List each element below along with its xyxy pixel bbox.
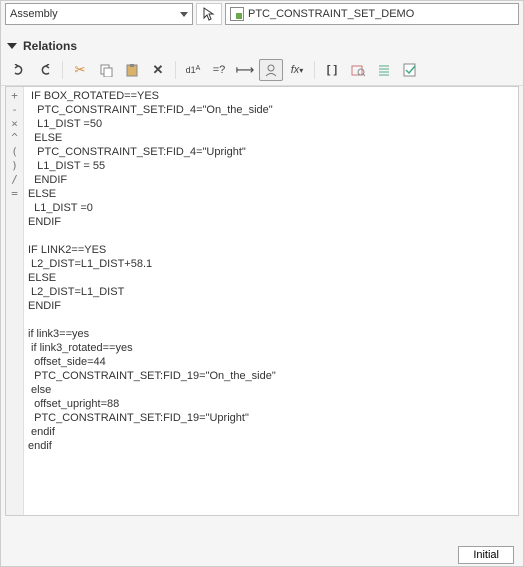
sort-icon: d1A: [186, 65, 201, 75]
delete-button[interactable]: ✕: [146, 59, 170, 81]
assembly-file-icon: [230, 7, 244, 21]
paste-button[interactable]: [120, 59, 144, 81]
lookin-file-field[interactable]: PTC_CONSTRAINT_SET_DEMO: [225, 3, 519, 25]
bottom-buttons: Initial: [458, 546, 514, 564]
user-button[interactable]: [259, 59, 283, 81]
sort-button[interactable]: d1A: [181, 59, 205, 81]
code-area[interactable]: IF BOX_ROTATED==YES PTC_CONSTRAINT_SET:F…: [24, 87, 518, 515]
gutter-symbol[interactable]: ( ): [6, 145, 23, 173]
lookin-bar: Assembly PTC_CONSTRAINT_SET_DEMO: [1, 1, 523, 31]
gutter-symbol[interactable]: /: [6, 173, 23, 187]
undo-button[interactable]: [7, 59, 31, 81]
measure-button[interactable]: ⟼: [233, 59, 257, 81]
eval-icon: =?: [213, 64, 226, 76]
brackets-button[interactable]: [ ]: [320, 59, 344, 81]
fx-button[interactable]: fx▾: [285, 59, 309, 81]
brackets-icon: [ ]: [327, 64, 337, 76]
toolbar-separator: [62, 61, 63, 79]
relations-toolbar: ✂ ✕ d1A =? ⟼ fx▾ [ ]: [1, 57, 523, 86]
list-button[interactable]: [372, 59, 396, 81]
editor-gutter: +-×^( )/=: [6, 87, 24, 515]
relations-title: Relations: [23, 39, 77, 53]
gutter-symbol[interactable]: ^: [6, 131, 23, 145]
toolbar-separator: [175, 61, 176, 79]
cut-icon: ✂: [75, 62, 86, 78]
lookin-dropdown[interactable]: Assembly: [5, 3, 193, 25]
find-button[interactable]: [346, 59, 370, 81]
relations-section-header[interactable]: Relations: [1, 31, 523, 57]
measure-icon: ⟼: [236, 62, 255, 78]
eval-button[interactable]: =?: [207, 59, 231, 81]
gutter-symbol[interactable]: ×: [6, 117, 23, 131]
toolbar-separator: [314, 61, 315, 79]
copy-button[interactable]: [94, 59, 118, 81]
gutter-symbol[interactable]: =: [6, 187, 23, 201]
select-arrow-button[interactable]: [196, 3, 222, 25]
cut-button[interactable]: ✂: [68, 59, 92, 81]
gutter-symbol[interactable]: -: [6, 103, 23, 117]
relations-editor: +-×^( )/= IF BOX_ROTATED==YES PTC_CONSTR…: [5, 86, 519, 516]
fx-icon: fx: [291, 64, 300, 76]
gutter-symbol[interactable]: +: [6, 89, 23, 103]
delete-icon: ✕: [153, 62, 164, 78]
lookin-file-value: PTC_CONSTRAINT_SET_DEMO: [248, 8, 414, 20]
chevron-down-icon: [180, 12, 188, 17]
lookin-dropdown-value: Assembly: [10, 8, 58, 20]
collapse-triangle-icon: [7, 43, 17, 49]
initial-button[interactable]: Initial: [458, 546, 514, 564]
verify-button[interactable]: [398, 59, 422, 81]
redo-button[interactable]: [33, 59, 57, 81]
